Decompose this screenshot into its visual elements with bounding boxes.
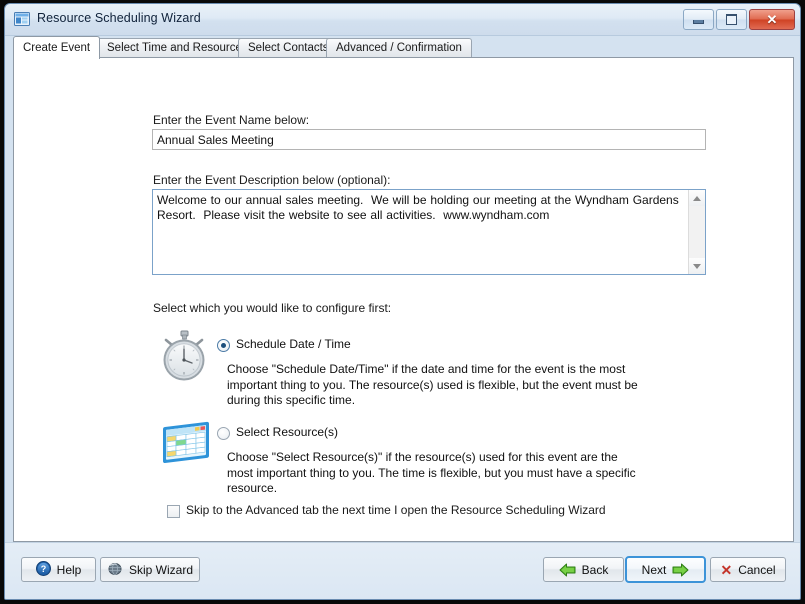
maximize-icon	[726, 14, 737, 25]
globe-icon	[107, 561, 123, 579]
arrow-right-green-icon	[672, 563, 689, 577]
cancel-button-label: Cancel	[738, 562, 776, 577]
arrow-left-green-icon	[559, 563, 576, 577]
tab-create-event[interactable]: Create Event	[13, 36, 101, 59]
cancel-button[interactable]: ✕ Cancel	[710, 557, 786, 582]
select-resources-description: Choose "Select Resource(s)" if the resou…	[227, 450, 636, 495]
close-button[interactable]: ✕	[749, 9, 795, 30]
window-title: Resource Scheduling Wizard	[37, 11, 201, 25]
resource-scheduling-wizard-window: Resource Scheduling Wizard ✕ Create Even…	[4, 3, 801, 600]
help-button[interactable]: ? Help	[21, 557, 96, 582]
next-button[interactable]: Next	[625, 556, 706, 583]
configure-first-label: Select which you would like to configure…	[153, 301, 392, 315]
scroll-up-arrow-icon[interactable]	[689, 190, 705, 206]
skip-wizard-button[interactable]: Skip Wizard	[100, 557, 200, 582]
question-circle-icon: ?	[35, 560, 51, 579]
next-button-label: Next	[641, 562, 667, 577]
tab-select-contacts[interactable]: Select Contacts	[238, 38, 339, 58]
radio-schedule-date-time-label: Schedule Date / Time	[236, 337, 351, 351]
tab-strip: Create Event Select Time and Resources S…	[5, 36, 800, 59]
tab-select-time[interactable]: Select Time and Resources	[97, 38, 258, 58]
minimize-icon	[693, 20, 704, 24]
event-description-field[interactable]: Welcome to our annual sales meeting. We …	[152, 189, 706, 275]
radio-select-resources[interactable]	[217, 427, 230, 440]
tab-content-create-event: Enter the Event Name below: Enter the Ev…	[13, 57, 794, 542]
screen: Resource Scheduling Wizard ✕ Create Even…	[0, 0, 805, 604]
radio-select-resources-label: Select Resource(s)	[236, 425, 339, 439]
scroll-down-arrow-icon[interactable]	[689, 258, 705, 274]
event-name-label: Enter the Event Name below:	[153, 113, 310, 127]
stopwatch-icon	[156, 330, 212, 387]
radio-schedule-date-time[interactable]	[217, 339, 230, 352]
close-icon: ✕	[766, 12, 778, 27]
tab-advanced-confirmation[interactable]: Advanced / Confirmation	[326, 38, 472, 58]
svg-text:?: ?	[40, 564, 46, 574]
event-description-scrollbar[interactable]	[688, 190, 705, 274]
window-controls: ✕	[683, 9, 795, 30]
window-app-icon	[14, 11, 30, 27]
maximize-button[interactable]	[716, 9, 747, 30]
skip-wizard-button-label: Skip Wizard	[128, 562, 193, 577]
footer-button-bar: ? Help Skip Wizard Back Next ✕ Cancel	[5, 542, 800, 599]
red-x-icon: ✕	[720, 561, 733, 578]
minimize-button[interactable]	[683, 9, 714, 30]
help-button-label: Help	[56, 562, 82, 577]
event-description-label: Enter the Event Description below (optio…	[153, 173, 391, 187]
schedule-date-time-description: Choose "Schedule Date/Time" if the date …	[227, 362, 638, 407]
skip-advanced-checkbox-label: Skip to the Advanced tab the next time I…	[186, 503, 606, 517]
skip-advanced-checkbox[interactable]	[167, 505, 180, 518]
schedule-grid-icon	[157, 418, 213, 473]
event-name-input[interactable]	[152, 129, 706, 150]
event-description-text: Welcome to our annual sales meeting. We …	[157, 193, 683, 222]
back-button-label: Back	[581, 562, 609, 577]
back-button[interactable]: Back	[543, 557, 624, 582]
title-bar[interactable]: Resource Scheduling Wizard ✕	[5, 4, 800, 36]
